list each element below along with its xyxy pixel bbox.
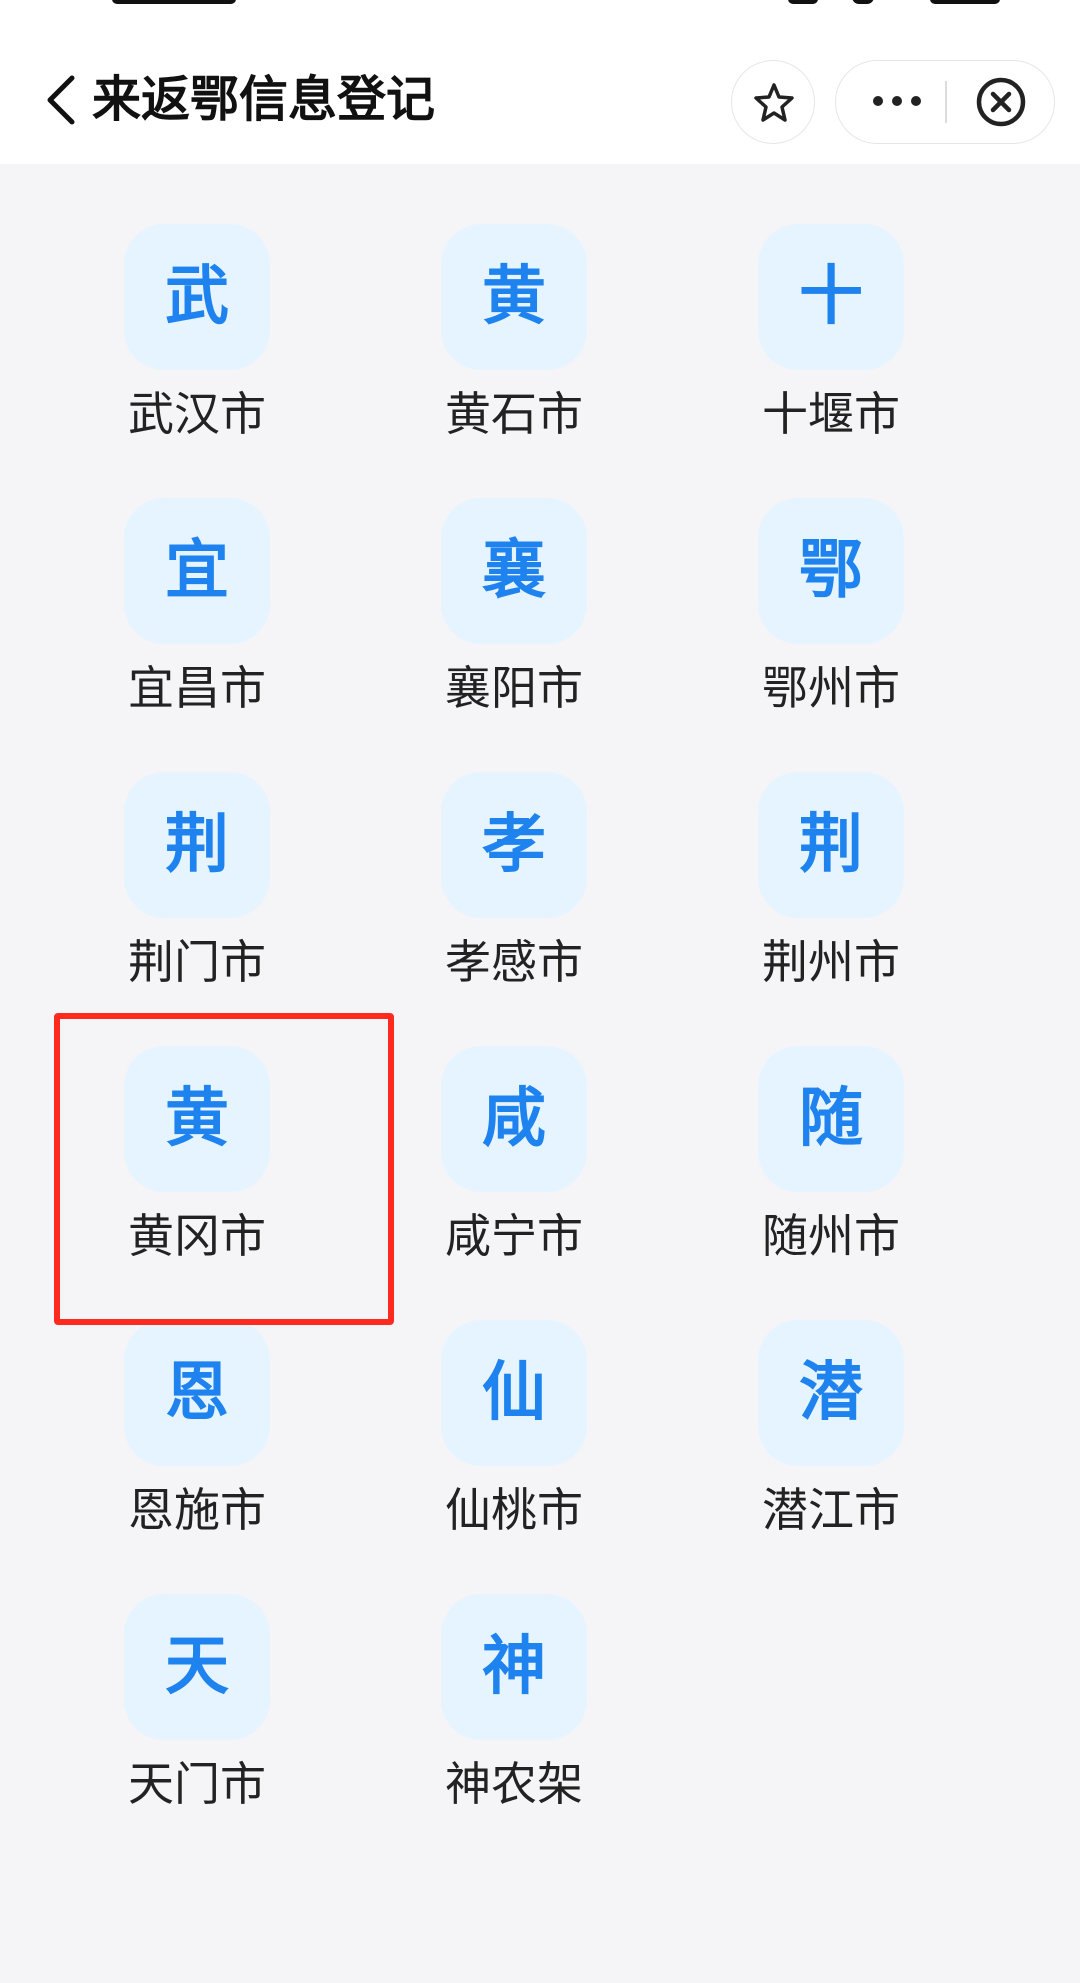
- city-icon-char: 咸: [482, 1081, 546, 1156]
- more-dots-icon: [873, 96, 921, 106]
- city-item[interactable]: 武武汉市: [100, 164, 290, 441]
- star-icon: [754, 83, 794, 122]
- city-name: 荆州市: [762, 935, 900, 989]
- city-name: 襄阳市: [445, 661, 583, 715]
- city-item[interactable]: 荆荆门市: [100, 712, 290, 989]
- city-item[interactable]: 十十堰市: [734, 164, 924, 441]
- city-name: 武汉市: [128, 387, 266, 441]
- close-circle-icon: [976, 77, 1026, 127]
- city-name: 十堰市: [762, 387, 900, 441]
- city-icon: 襄: [441, 498, 587, 644]
- city-icon-char: 天: [165, 1629, 229, 1704]
- city-name: 孝感市: [445, 935, 583, 989]
- city-icon: 天: [124, 1594, 270, 1740]
- city-item[interactable]: 鄂鄂州市: [734, 438, 924, 715]
- city-icon: 孝: [441, 772, 587, 918]
- capsule-divider: [945, 81, 947, 123]
- city-icon-char: 襄: [482, 533, 546, 608]
- chevron-left-icon: [47, 75, 75, 125]
- city-item[interactable]: 襄襄阳市: [417, 438, 607, 715]
- city-icon-char: 黄: [165, 1081, 229, 1156]
- city-icon-char: 十: [799, 259, 863, 334]
- city-icon: 武: [124, 224, 270, 370]
- city-icon: 宜: [124, 498, 270, 644]
- city-name: 黄冈市: [128, 1209, 266, 1263]
- favorite-button[interactable]: [731, 60, 815, 144]
- city-icon-char: 黄: [482, 259, 546, 334]
- more-button[interactable]: [850, 61, 942, 143]
- city-item[interactable]: 荆荆州市: [734, 712, 924, 989]
- city-icon-char: 武: [165, 259, 229, 334]
- city-icon-char: 孝: [482, 807, 546, 882]
- city-name: 天门市: [128, 1757, 266, 1811]
- city-name: 潜江市: [762, 1483, 900, 1537]
- city-icon-char: 荆: [799, 807, 863, 882]
- mini-program-capsule: [835, 60, 1055, 144]
- city-name: 仙桃市: [445, 1483, 583, 1537]
- city-item[interactable]: 神神农架: [417, 1534, 607, 1811]
- status-bar: [0, 0, 1080, 46]
- city-item[interactable]: 恩恩施市: [100, 1260, 290, 1537]
- city-item[interactable]: 孝孝感市: [417, 712, 607, 989]
- city-name: 神农架: [445, 1757, 583, 1811]
- battery-icon: [930, 0, 1000, 4]
- city-icon: 仙: [441, 1320, 587, 1466]
- city-item[interactable]: 天天门市: [100, 1534, 290, 1811]
- city-item[interactable]: 黄黄石市: [417, 164, 607, 441]
- city-icon: 神: [441, 1594, 587, 1740]
- city-icon-char: 恩: [165, 1355, 229, 1430]
- signal-icon: [788, 0, 818, 4]
- city-icon-char: 荆: [165, 807, 229, 882]
- city-icon: 十: [758, 224, 904, 370]
- city-icon: 鄂: [758, 498, 904, 644]
- city-icon: 咸: [441, 1046, 587, 1192]
- city-icon-char: 潜: [799, 1355, 863, 1430]
- city-item[interactable]: 咸咸宁市: [417, 986, 607, 1263]
- city-icon-char: 随: [799, 1081, 863, 1156]
- city-icon: 荆: [758, 772, 904, 918]
- city-icon-char: 鄂: [799, 533, 863, 608]
- city-item[interactable]: 潜潜江市: [734, 1260, 924, 1537]
- city-name: 鄂州市: [762, 661, 900, 715]
- city-icon-char: 宜: [165, 533, 229, 608]
- city-icon-char: 仙: [482, 1355, 546, 1430]
- page-title: 来返鄂信息登记: [92, 71, 436, 128]
- city-item[interactable]: 黄黄冈市: [100, 986, 290, 1263]
- city-item[interactable]: 随随州市: [734, 986, 924, 1263]
- status-time: [112, 0, 236, 4]
- city-icon: 黄: [441, 224, 587, 370]
- city-name: 随州市: [762, 1209, 900, 1263]
- city-icon: 随: [758, 1046, 904, 1192]
- back-button[interactable]: [40, 72, 88, 128]
- city-name: 荆门市: [128, 935, 266, 989]
- city-name: 宜昌市: [128, 661, 266, 715]
- city-item[interactable]: 仙仙桃市: [417, 1260, 607, 1537]
- city-icon-char: 神: [482, 1629, 546, 1704]
- close-button[interactable]: [958, 61, 1044, 143]
- city-icon: 黄: [124, 1046, 270, 1192]
- city-item[interactable]: 宜宜昌市: [100, 438, 290, 715]
- city-name: 咸宁市: [445, 1209, 583, 1263]
- city-name: 黄石市: [445, 387, 583, 441]
- city-icon: 潜: [758, 1320, 904, 1466]
- city-icon: 恩: [124, 1320, 270, 1466]
- city-icon: 荆: [124, 772, 270, 918]
- header: 来返鄂信息登记: [0, 46, 1080, 164]
- city-name: 恩施市: [128, 1483, 266, 1537]
- wifi-icon: [852, 0, 874, 4]
